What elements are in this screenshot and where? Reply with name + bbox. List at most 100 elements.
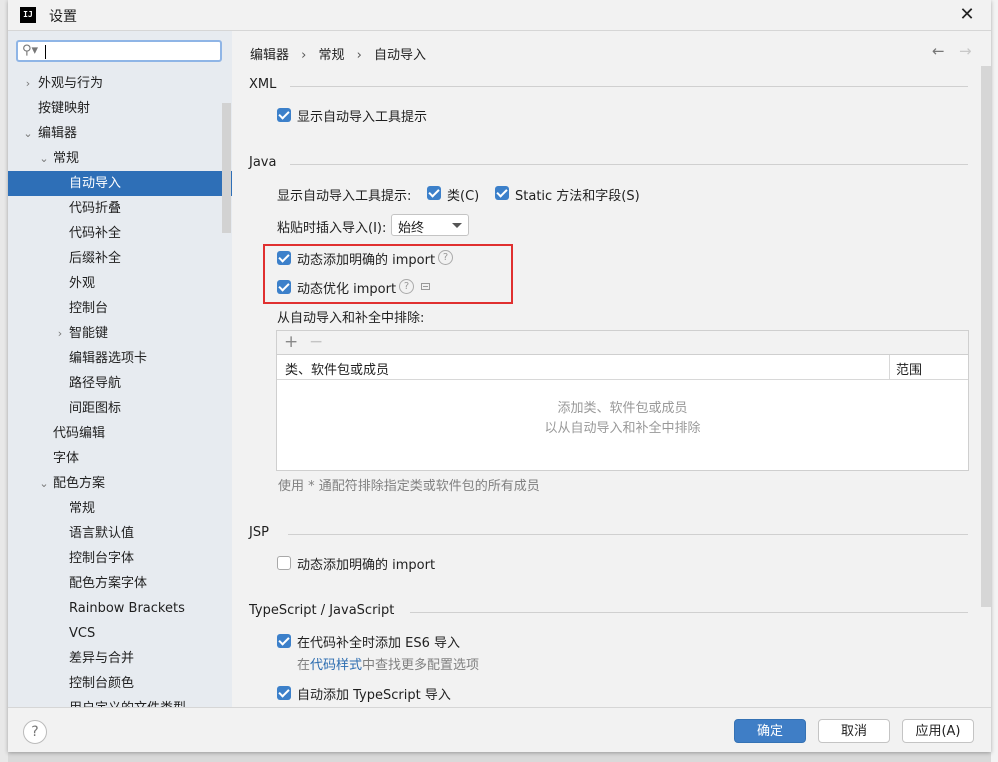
breadcrumb-item[interactable]: 编辑器 bbox=[250, 48, 289, 63]
breadcrumb-item[interactable]: 常规 bbox=[319, 48, 345, 63]
apply-button[interactable]: 应用(A) bbox=[902, 719, 974, 743]
column-header-class[interactable]: 类、软件包或成员 bbox=[285, 359, 389, 378]
search-input[interactable]: ⚲▾ bbox=[16, 40, 222, 62]
chevron-down-icon bbox=[452, 223, 462, 228]
sidebar-item-label: 常规 bbox=[53, 151, 80, 166]
sidebar-item[interactable]: 代码编辑 bbox=[8, 421, 232, 446]
sidebar-item[interactable]: 差异与合并 bbox=[8, 646, 232, 671]
column-header-scope[interactable]: 范围 bbox=[896, 359, 922, 378]
java-show-tooltip-label: 显示自动导入工具提示: bbox=[277, 189, 412, 204]
sidebar-item[interactable]: 按键映射 bbox=[8, 96, 232, 121]
sidebar-item-label: 控制台颜色 bbox=[69, 676, 135, 691]
sidebar-item[interactable]: ⌄ 常规 bbox=[8, 146, 232, 171]
sidebar-item-label: 按键映射 bbox=[38, 101, 91, 116]
sidebar-item[interactable]: 用户定义的文件类型 bbox=[8, 696, 232, 707]
java-static-label: Static 方法和字段(S) bbox=[515, 189, 640, 204]
sidebar-item-label: 外观 bbox=[69, 276, 96, 291]
ts-es6-checkbox[interactable] bbox=[277, 634, 291, 648]
sidebar-item[interactable]: › 智能键 bbox=[8, 321, 232, 346]
sidebar-item[interactable]: 常规 bbox=[8, 496, 232, 521]
help-question-icon[interactable]: ? bbox=[399, 279, 414, 294]
ok-button[interactable]: 确定 bbox=[734, 719, 806, 743]
breadcrumb-separator: › bbox=[301, 48, 307, 63]
sidebar-item[interactable]: › 外观与行为 bbox=[8, 71, 232, 96]
sidebar-item-label: 代码折叠 bbox=[69, 201, 122, 216]
jsp-add-unambiguous-checkbox[interactable] bbox=[277, 556, 291, 570]
sidebar-item-label: 代码补全 bbox=[69, 226, 122, 241]
settings-dialog: IJ 设置 ✕ ⚲▾ › 外观与行为 按键映射 ⌄ 编辑器 ⌄ 常规 自动导入 代码折叠 代码补全… bbox=[8, 0, 991, 752]
sidebar-item-label: 差异与合并 bbox=[69, 651, 135, 666]
remove-icon[interactable]: − bbox=[309, 332, 323, 352]
sidebar-item[interactable]: 语言默认值 bbox=[8, 521, 232, 546]
sidebar-item-label: 编辑器 bbox=[38, 126, 78, 141]
sidebar-item[interactable]: 后缀补全 bbox=[8, 246, 232, 271]
paste-insert-value: 始终 bbox=[398, 221, 425, 236]
sidebar-item[interactable]: 路径导航 bbox=[8, 371, 232, 396]
sidebar-item-label: 语言默认值 bbox=[69, 526, 135, 541]
hint-prefix: 在 bbox=[297, 658, 311, 673]
sidebar-item[interactable]: 字体 bbox=[8, 446, 232, 471]
help-question-icon[interactable]: ? bbox=[438, 250, 453, 265]
forward-arrow-icon[interactable]: → bbox=[959, 42, 972, 60]
sidebar-item[interactable]: 代码补全 bbox=[8, 221, 232, 246]
xml-show-tooltip-checkbox[interactable] bbox=[277, 108, 291, 122]
sidebar-item[interactable]: 代码折叠 bbox=[8, 196, 232, 221]
sidebar-item[interactable]: VCS bbox=[8, 621, 232, 646]
add-icon[interactable]: + bbox=[284, 332, 298, 352]
sidebar-item[interactable]: 外观 bbox=[8, 271, 232, 296]
ts-es6-label: 在代码补全时添加 ES6 导入 bbox=[297, 636, 461, 651]
help-button[interactable]: ? bbox=[23, 720, 47, 744]
sidebar-item[interactable]: ⌄ 配色方案 bbox=[8, 471, 232, 496]
sidebar-item-label: Rainbow Brackets bbox=[69, 601, 185, 616]
ts-auto-import-label: 自动添加 TypeScript 导入 bbox=[297, 688, 451, 703]
paste-insert-select[interactable]: 始终 bbox=[391, 214, 469, 236]
sidebar-item-label: 控制台 bbox=[69, 301, 109, 316]
chevron-down-icon[interactable]: ⌄ bbox=[38, 471, 50, 496]
chevron-down-icon[interactable]: ⌄ bbox=[22, 121, 34, 146]
app-logo-icon: IJ bbox=[20, 7, 36, 23]
sidebar-item[interactable]: 控制台颜色 bbox=[8, 671, 232, 696]
content-scrollbar[interactable] bbox=[981, 66, 991, 607]
table-toolbar: + − bbox=[277, 331, 968, 355]
jsp-add-unambiguous-label: 动态添加明确的 import bbox=[297, 558, 436, 573]
search-icon: ⚲▾ bbox=[22, 43, 39, 58]
column-divider[interactable] bbox=[889, 355, 890, 379]
sidebar-item[interactable]: 配色方案字体 bbox=[8, 571, 232, 596]
chevron-down-icon[interactable]: ⌄ bbox=[38, 146, 50, 171]
chevron-right-icon[interactable]: › bbox=[22, 71, 34, 96]
sidebar-item-label: 控制台字体 bbox=[69, 551, 135, 566]
close-icon[interactable]: ✕ bbox=[956, 4, 978, 26]
chevron-right-icon[interactable]: › bbox=[54, 321, 66, 346]
sidebar-item-label: 路径导航 bbox=[69, 376, 122, 391]
sidebar-item-label: 字体 bbox=[53, 451, 80, 466]
sidebar-item[interactable]: 控制台 bbox=[8, 296, 232, 321]
java-optimize-checkbox[interactable] bbox=[277, 280, 291, 294]
sidebar-item-label: 编辑器选项卡 bbox=[69, 351, 148, 366]
java-static-checkbox[interactable] bbox=[495, 186, 509, 200]
background-editor-right bbox=[991, 0, 998, 762]
java-class-checkbox[interactable] bbox=[427, 186, 441, 200]
sidebar-item-label: 间距图标 bbox=[69, 401, 122, 416]
java-add-unambiguous-checkbox[interactable] bbox=[277, 251, 291, 265]
sidebar-item-label: 常规 bbox=[69, 501, 96, 516]
context-help-icon[interactable] bbox=[421, 283, 430, 290]
sidebar-item[interactable]: ⌄ 编辑器 bbox=[8, 121, 232, 146]
code-style-link[interactable]: 代码样式 bbox=[310, 658, 362, 673]
sidebar-item[interactable]: 控制台字体 bbox=[8, 546, 232, 571]
sidebar-scrollbar[interactable] bbox=[222, 103, 231, 233]
sidebar-item[interactable]: 编辑器选项卡 bbox=[8, 346, 232, 371]
empty-state-line1: 添加类、软件包或成员 bbox=[557, 401, 688, 416]
back-arrow-icon[interactable]: ← bbox=[932, 42, 945, 60]
sidebar-item[interactable]: Rainbow Brackets bbox=[8, 596, 232, 621]
ts-auto-import-checkbox[interactable] bbox=[277, 686, 291, 700]
sidebar-item-label: 用户定义的文件类型 bbox=[69, 696, 186, 707]
sidebar-item[interactable]: 自动导入 bbox=[8, 171, 232, 196]
hint-suffix: 中查找更多配置选项 bbox=[362, 658, 480, 673]
table-header: 类、软件包或成员 范围 bbox=[277, 355, 968, 380]
java-optimize-label: 动态优化 import bbox=[297, 282, 397, 297]
sidebar-item[interactable]: 间距图标 bbox=[8, 396, 232, 421]
cancel-button[interactable]: 取消 bbox=[818, 719, 890, 743]
breadcrumb-item: 自动导入 bbox=[374, 48, 427, 63]
section-divider bbox=[290, 164, 968, 165]
sidebar-item-label: VCS bbox=[69, 626, 96, 641]
